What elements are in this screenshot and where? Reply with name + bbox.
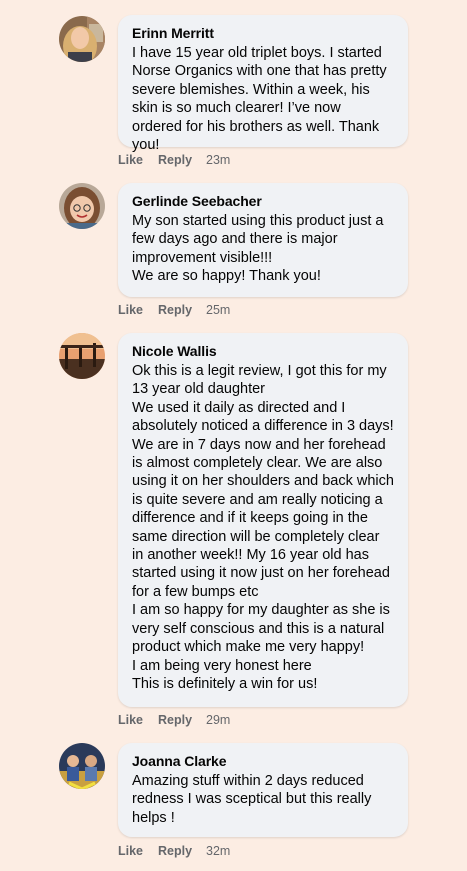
reply-button[interactable]: Reply bbox=[158, 303, 206, 317]
comment-text: Ok this is a legit review, I got this fo… bbox=[132, 363, 394, 692]
comment-author[interactable]: Joanna Clarke bbox=[132, 752, 394, 770]
avatar[interactable] bbox=[59, 183, 105, 229]
avatar[interactable] bbox=[59, 333, 105, 379]
comment-timestamp[interactable]: 25m bbox=[206, 303, 230, 317]
reply-button[interactable]: Reply bbox=[158, 153, 206, 167]
comment-timestamp[interactable]: 29m bbox=[206, 713, 230, 727]
comment-bubble: Nicole Wallis Ok this is a legit review,… bbox=[118, 333, 408, 707]
avatar[interactable] bbox=[59, 16, 105, 62]
like-button[interactable]: Like bbox=[118, 713, 158, 727]
comment-feed: Erinn Merritt I have 15 year old triplet… bbox=[0, 0, 467, 871]
comment-timestamp[interactable]: 32m bbox=[206, 844, 230, 858]
comment-author[interactable]: Erinn Merritt bbox=[132, 24, 394, 42]
comment-actions: Like Reply 29m bbox=[118, 713, 230, 727]
comment-author[interactable]: Gerlinde Seebacher bbox=[132, 192, 394, 210]
comment-actions: Like Reply 23m bbox=[118, 153, 230, 167]
reply-button[interactable]: Reply bbox=[158, 713, 206, 727]
comment-text: Amazing stuff within 2 days reduced redn… bbox=[132, 773, 372, 826]
comment-bubble: Joanna Clarke Amazing stuff within 2 day… bbox=[118, 743, 408, 837]
comment-actions: Like Reply 32m bbox=[118, 844, 230, 858]
like-button[interactable]: Like bbox=[118, 303, 158, 317]
comment-timestamp[interactable]: 23m bbox=[206, 153, 230, 167]
comment-actions: Like Reply 25m bbox=[118, 303, 230, 317]
like-button[interactable]: Like bbox=[118, 844, 158, 858]
comment-text: I have 15 year old triplet boys. I start… bbox=[132, 45, 387, 154]
like-button[interactable]: Like bbox=[118, 153, 158, 167]
comment-bubble: Gerlinde Seebacher My son started using … bbox=[118, 183, 408, 297]
comment-text: My son started using this product just a… bbox=[132, 213, 384, 285]
comment-bubble: Erinn Merritt I have 15 year old triplet… bbox=[118, 15, 408, 153]
avatar[interactable] bbox=[59, 743, 105, 789]
reply-button[interactable]: Reply bbox=[158, 844, 206, 858]
comment-author[interactable]: Nicole Wallis bbox=[132, 342, 394, 360]
